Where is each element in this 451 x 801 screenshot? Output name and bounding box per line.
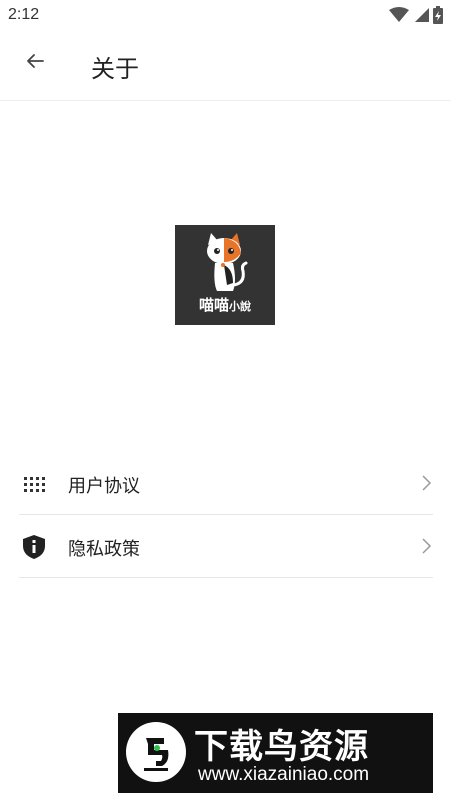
wifi-icon bbox=[389, 7, 409, 27]
watermark-title: 下载鸟资源 bbox=[194, 727, 369, 767]
status-time: 2:12 bbox=[8, 6, 40, 23]
back-button[interactable] bbox=[14, 42, 56, 84]
bird-logo-icon bbox=[126, 722, 186, 782]
logo-text-small: 小說 bbox=[229, 300, 251, 313]
grid-dots-icon bbox=[21, 471, 47, 497]
logo-text-main: 喵喵 bbox=[198, 296, 229, 314]
status-icons bbox=[389, 6, 443, 28]
shield-info-icon bbox=[21, 534, 47, 560]
cat-mascot-icon bbox=[207, 233, 248, 291]
app-logo: 喵喵小說 bbox=[175, 225, 275, 325]
watermark-url: www.xiazainiao.com bbox=[198, 764, 370, 785]
app-bar: 关于 bbox=[0, 30, 451, 101]
chevron-right-icon bbox=[419, 474, 433, 492]
user-agreement-item[interactable]: 用户协议 bbox=[19, 452, 433, 515]
battery-charging-icon bbox=[433, 6, 443, 28]
page-title: 关于 bbox=[91, 55, 139, 83]
arrow-left-icon bbox=[25, 51, 45, 75]
logo-text: 喵喵小說 bbox=[175, 294, 275, 315]
status-bar: 2:12 bbox=[0, 0, 451, 30]
chevron-right-icon bbox=[419, 537, 433, 555]
privacy-policy-label: 隐私政策 bbox=[68, 539, 140, 560]
menu-list: 用户协议 隐私政策 bbox=[19, 452, 433, 578]
privacy-policy-item[interactable]: 隐私政策 bbox=[19, 515, 433, 578]
signal-icon bbox=[413, 7, 429, 27]
user-agreement-label: 用户协议 bbox=[68, 476, 140, 497]
watermark-banner: 下载鸟资源 www.xiazainiao.com bbox=[118, 713, 433, 793]
